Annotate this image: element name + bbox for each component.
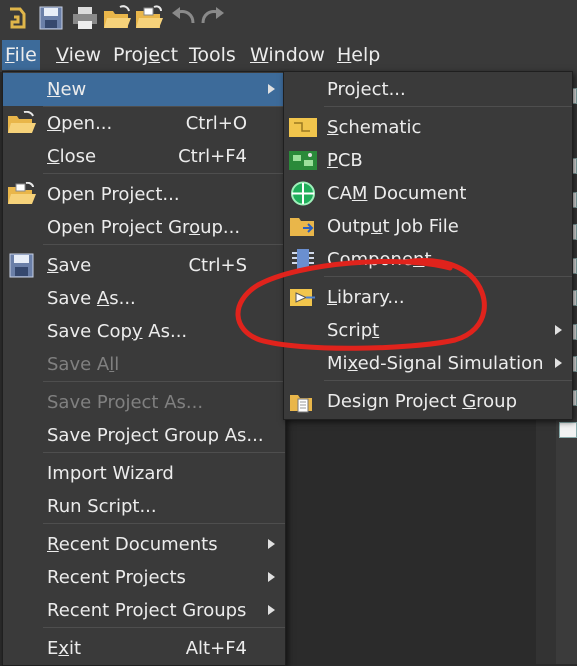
new-design-project-group-label: Design Project Group — [327, 391, 517, 412]
file-recent-documents-label: Recent Documents — [47, 534, 218, 555]
file-open-project-group-item[interactable]: Open Project Group... — [3, 211, 285, 244]
menubar: File View Project Tools Window Help — [0, 38, 577, 72]
file-open-project-label: Open Project... — [47, 184, 180, 205]
open-folder-icon[interactable] — [102, 3, 132, 33]
pcb-icon — [288, 148, 318, 173]
file-run-script-label: Run Script... — [47, 496, 157, 517]
separator — [43, 523, 285, 524]
separator — [324, 380, 572, 381]
new-output-job-file-label: Output Job File — [327, 216, 459, 237]
file-save-project-as-item: Save Project As... — [3, 386, 285, 419]
schematic-icon — [288, 115, 318, 140]
file-new-item[interactable]: New — [3, 73, 285, 106]
new-component-item[interactable]: Component... — [284, 243, 572, 276]
file-menu: New Open... Ctrl+O Close Ctrl+F4 Open Pr… — [2, 71, 286, 666]
new-mixed-signal-simulation-item[interactable]: Mixed-Signal Simulation — [284, 347, 572, 380]
toolbar — [0, 0, 577, 38]
file-import-wizard-label: Import Wizard — [47, 463, 174, 484]
file-save-as-item[interactable]: Save As... — [3, 282, 285, 315]
library-icon — [288, 285, 318, 310]
new-library-label: Library... — [327, 287, 405, 308]
open-project-icon — [7, 181, 37, 207]
separator — [43, 244, 285, 245]
file-save-project-as-label: Save Project As... — [47, 392, 204, 413]
file-save-copy-as-label: Save Copy As... — [47, 321, 188, 342]
menu-view[interactable]: View — [53, 40, 104, 70]
new-design-project-group-item[interactable]: Design Project Group — [284, 385, 572, 418]
file-open-project-item[interactable]: Open Project... — [3, 178, 285, 211]
panel-divider — [536, 418, 556, 664]
file-open-label: Open... — [47, 113, 113, 134]
print-icon[interactable] — [70, 3, 100, 33]
menu-window[interactable]: Window — [247, 40, 328, 70]
redo-icon[interactable] — [198, 3, 228, 33]
file-recent-projects-item[interactable]: Recent Projects — [3, 561, 285, 594]
new-project-label: Project... — [327, 79, 406, 100]
new-pcb-item[interactable]: PCB — [284, 144, 572, 177]
undo-icon[interactable] — [168, 3, 198, 33]
new-submenu: Project... Schematic PCB CAM Document Ou… — [283, 71, 573, 420]
panel-icon[interactable] — [559, 422, 577, 438]
shortcut-text: Alt+F4 — [185, 638, 247, 659]
file-import-wizard-item[interactable]: Import Wizard — [3, 457, 285, 490]
file-recent-project-groups-item[interactable]: Recent Project Groups — [3, 594, 285, 627]
file-save-as-label: Save As... — [47, 288, 136, 309]
menu-file[interactable]: File — [2, 40, 40, 70]
separator — [324, 106, 572, 107]
file-open-project-group-label: Open Project Group... — [47, 217, 241, 238]
new-mixed-signal-simulation-label: Mixed-Signal Simulation — [327, 353, 544, 374]
file-exit-item[interactable]: Exit Alt+F4 — [3, 632, 285, 665]
separator — [43, 452, 285, 453]
new-cam-document-label: CAM Document — [327, 183, 467, 204]
file-save-label: Save — [47, 255, 92, 276]
save-icon[interactable] — [36, 3, 66, 33]
file-recent-project-groups-label: Recent Project Groups — [47, 600, 247, 621]
shortcut-text: Ctrl+S — [188, 255, 247, 276]
file-recent-projects-label: Recent Projects — [47, 567, 186, 588]
new-schematic-item[interactable]: Schematic — [284, 111, 572, 144]
new-component-label: Component... — [327, 249, 449, 270]
menu-project[interactable]: Project — [110, 40, 181, 70]
output-job-file-icon — [288, 214, 318, 239]
separator — [43, 381, 285, 382]
file-save-all-item: Save All — [3, 348, 285, 381]
separator — [43, 627, 285, 628]
new-schematic-label: Schematic — [327, 117, 422, 138]
separator — [324, 276, 572, 277]
menu-tools[interactable]: Tools — [186, 40, 239, 70]
new-cam-document-item[interactable]: CAM Document — [284, 177, 572, 210]
file-exit-label: Exit — [47, 638, 82, 659]
new-output-job-file-item[interactable]: Output Job File — [284, 210, 572, 243]
shortcut-text: Ctrl+F4 — [178, 146, 247, 167]
file-open-item[interactable]: Open... Ctrl+O — [3, 107, 285, 140]
new-script-item[interactable]: Script — [284, 314, 572, 347]
file-save-copy-as-item[interactable]: Save Copy As... — [3, 315, 285, 348]
design-project-group-icon — [288, 389, 318, 414]
component-icon — [288, 247, 318, 272]
file-new-label: New — [47, 79, 87, 100]
save-icon — [7, 253, 37, 278]
file-run-script-item[interactable]: Run Script... — [3, 490, 285, 523]
file-save-all-label: Save All — [47, 354, 120, 375]
file-close-item[interactable]: Close Ctrl+F4 — [3, 140, 285, 173]
shortcut-text: Ctrl+O — [185, 113, 247, 134]
new-script-label: Script — [327, 320, 380, 341]
file-save-item[interactable]: Save Ctrl+S — [3, 249, 285, 282]
file-save-project-group-as-item[interactable]: Save Project Group As... — [3, 419, 285, 452]
cam-document-icon — [288, 181, 318, 206]
file-close-label: Close — [47, 146, 97, 167]
separator — [43, 173, 285, 174]
open-folder-icon — [7, 110, 37, 136]
open-project-icon[interactable] — [134, 3, 164, 33]
app-logo-icon[interactable] — [2, 3, 32, 33]
file-recent-documents-item[interactable]: Recent Documents — [3, 528, 285, 561]
new-library-item[interactable]: Library... — [284, 281, 572, 314]
menu-help[interactable]: Help — [334, 40, 383, 70]
file-save-project-group-as-label: Save Project Group As... — [47, 425, 264, 446]
new-project-item[interactable]: Project... — [284, 73, 572, 106]
new-pcb-label: PCB — [327, 150, 363, 171]
